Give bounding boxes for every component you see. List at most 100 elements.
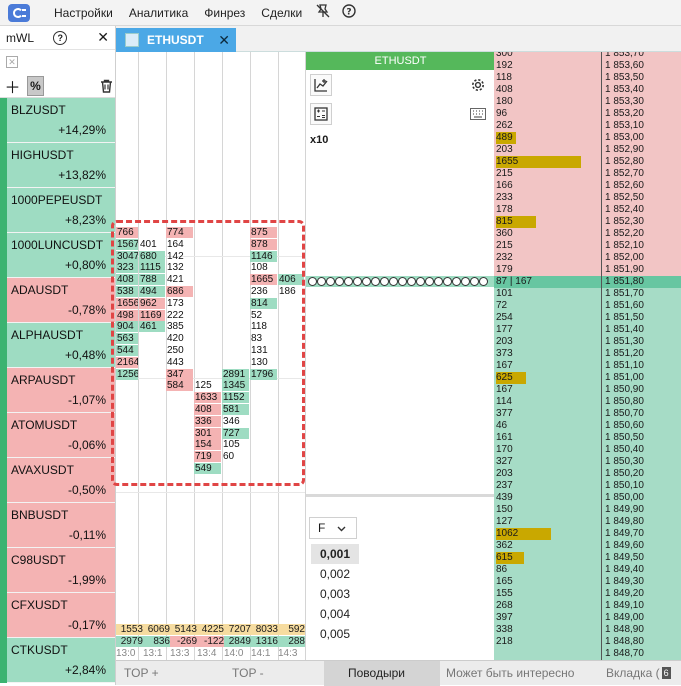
orderbook-row[interactable]: 161 1 850,50 <box>494 432 681 444</box>
app-logo-icon[interactable] <box>6 3 32 23</box>
watchlist-item[interactable]: BNBUSDT -0,11% <box>0 503 115 548</box>
orderbook-row[interactable]: 87 | 167 1 851,80 <box>494 276 681 288</box>
watchlist-item[interactable]: CTKUSDT +2,84% <box>0 638 115 683</box>
orderbook-row[interactable]: 338 1 848,90 <box>494 624 681 636</box>
orderbook-row[interactable]: 167 1 851,10 <box>494 360 681 372</box>
add-symbol-icon[interactable]: ＋ <box>4 76 21 97</box>
orderbook-row[interactable]: 1655 1 852,80 <box>494 156 681 168</box>
orderbook-row[interactable]: 254 1 851,50 <box>494 312 681 324</box>
trend-bar <box>0 503 7 548</box>
orderbook-row[interactable]: 203 1 850,20 <box>494 468 681 480</box>
help-icon[interactable]: ? <box>336 4 362 21</box>
orderbook-row[interactable]: 327 1 850,30 <box>494 456 681 468</box>
tab-extra[interactable]: Вкладка (6 <box>598 666 671 680</box>
orderbook-row[interactable]: 170 1 850,40 <box>494 444 681 456</box>
watchlist-item[interactable]: AVAXUSDT -0,50% <box>0 458 115 503</box>
watchlist-item[interactable]: BLZUSDT +14,29% <box>0 98 115 143</box>
watchlist-item[interactable]: CFXUSDT -0,17% <box>0 593 115 638</box>
orderbook-row[interactable]: 86 1 849,40 <box>494 564 681 576</box>
orderbook-row[interactable]: 215 1 852,70 <box>494 168 681 180</box>
percent-toggle-icon[interactable]: % <box>26 75 45 96</box>
filter-clear-checkbox[interactable]: ✕ <box>6 56 18 68</box>
orderbook-row[interactable]: 360 1 852,20 <box>494 228 681 240</box>
tab-ethusdt[interactable]: ETHUSDT ✕ <box>116 28 236 52</box>
orderbook-row[interactable]: 218 1 848,80 <box>494 636 681 648</box>
orderbook-row[interactable]: 1062 1 849,70 <box>494 528 681 540</box>
orderbook-row[interactable]: 1 848,70 <box>494 648 681 660</box>
chart-splitter[interactable] <box>306 494 494 497</box>
pin-off-icon[interactable] <box>310 4 336 21</box>
orderbook-row[interactable]: 167 1 850,90 <box>494 384 681 396</box>
orderbook-row[interactable]: 233 1 852,50 <box>494 192 681 204</box>
calculator-button[interactable] <box>310 103 332 125</box>
grid-vline <box>222 52 223 660</box>
tab-povodyri[interactable]: Поводыри <box>324 660 440 686</box>
orderbook-row[interactable]: 268 1 849,10 <box>494 600 681 612</box>
watchlist-item[interactable]: ADAUSDT -0,78% <box>0 278 115 323</box>
orderbook-row[interactable]: 72 1 851,60 <box>494 300 681 312</box>
orderbook-row[interactable]: 615 1 849,50 <box>494 552 681 564</box>
filter-option[interactable]: 0,001 <box>311 544 359 564</box>
orderbook-row[interactable]: 101 1 851,70 <box>494 288 681 300</box>
filter-select[interactable]: F <box>309 517 357 539</box>
watchlist-item[interactable]: ALPHAUSDT +0,48% <box>0 323 115 368</box>
filter-option[interactable]: 0,003 <box>311 584 359 604</box>
orderbook-row[interactable]: 362 1 849,60 <box>494 540 681 552</box>
orderbook-row[interactable]: 215 1 852,10 <box>494 240 681 252</box>
watchlist-item[interactable]: 1000PEPEUSDT +8,23% <box>0 188 115 233</box>
orderbook-row[interactable]: 114 1 850,80 <box>494 396 681 408</box>
orderbook-row[interactable]: 46 1 850,60 <box>494 420 681 432</box>
orderbook-row[interactable]: 150 1 849,90 <box>494 504 681 516</box>
tab-top-plus[interactable]: TOP + <box>116 666 224 680</box>
watchlist-item[interactable]: ATOMUSDT -0,06% <box>0 413 115 458</box>
orderbook-row[interactable]: 625 1 851,00 <box>494 372 681 384</box>
orderbook-row[interactable]: 155 1 849,20 <box>494 588 681 600</box>
orderbook-row[interactable]: 177 1 851,40 <box>494 324 681 336</box>
orderbook-row[interactable]: 237 1 850,10 <box>494 480 681 492</box>
chart-type-button[interactable] <box>310 74 332 96</box>
trash-icon[interactable] <box>98 76 115 96</box>
cluster-chart[interactable]: 766 1567 3047 323 408 538 1656 498 904 563 544 2164… <box>116 52 305 660</box>
tab-close-icon[interactable]: ✕ <box>218 32 236 49</box>
tab-top-minus[interactable]: TOP - <box>224 666 324 680</box>
orderbook-row[interactable]: 192 1 853,60 <box>494 60 681 72</box>
orderbook-row[interactable]: 232 1 852,00 <box>494 252 681 264</box>
menu-deals[interactable]: Сделки <box>253 6 310 20</box>
orderbook-row[interactable]: 96 1 853,20 <box>494 108 681 120</box>
orderbook-row[interactable]: 408 1 853,40 <box>494 84 681 96</box>
orderbook-row[interactable]: 165 1 849,30 <box>494 576 681 588</box>
orderbook-row[interactable]: 127 1 849,80 <box>494 516 681 528</box>
filter-option[interactable]: 0,002 <box>311 564 359 584</box>
orderbook-row[interactable]: 373 1 851,20 <box>494 348 681 360</box>
watchlist-close-icon[interactable]: ✕ <box>97 29 109 46</box>
filter-option[interactable]: 0,005 <box>311 624 359 644</box>
filter-option[interactable]: 0,004 <box>311 604 359 624</box>
watchlist-item[interactable]: C98USDT -1,99% <box>0 548 115 593</box>
orderbook-row[interactable]: 166 1 852,60 <box>494 180 681 192</box>
watchlist-item[interactable]: HIGHUSDT +13,82% <box>0 143 115 188</box>
price-chart[interactable]: ETHUSDT x10 F 0,001 0,002 0,003 0,004 0,005 <box>305 52 494 660</box>
menu-settings[interactable]: Настройки <box>46 6 121 20</box>
chart-settings-icon[interactable] <box>467 74 489 96</box>
watchlist-item[interactable]: ARPAUSDT -1,07% <box>0 368 115 413</box>
orderbook-row[interactable]: 489 1 853,00 <box>494 132 681 144</box>
watchlist-item[interactable]: 1000LUNCUSDT +0,80% <box>0 233 115 278</box>
orderbook-row[interactable]: 203 1 852,90 <box>494 144 681 156</box>
keyboard-icon[interactable] <box>467 103 489 125</box>
menu-analytics[interactable]: Аналитика <box>121 6 196 20</box>
orderbook-row[interactable]: 118 1 853,50 <box>494 72 681 84</box>
orderbook-row[interactable]: 203 1 851,30 <box>494 336 681 348</box>
orderbook-row[interactable]: 439 1 850,00 <box>494 492 681 504</box>
orderbook-row[interactable]: 377 1 850,70 <box>494 408 681 420</box>
orderbook-row[interactable]: 178 1 852,40 <box>494 204 681 216</box>
orderbook-row[interactable]: 262 1 853,10 <box>494 120 681 132</box>
menu-finres[interactable]: Финрез <box>196 6 253 20</box>
orderbook-row[interactable]: 180 1 853,30 <box>494 96 681 108</box>
order-book[interactable]: 300 1 853,70 192 1 853,60 118 1 853,50 408 1 85… <box>494 52 681 660</box>
orderbook-row[interactable]: 397 1 849,00 <box>494 612 681 624</box>
orderbook-row[interactable]: 179 1 851,90 <box>494 264 681 276</box>
watchlist-help-icon[interactable]: ? <box>53 30 68 45</box>
tab-interesting[interactable]: Может быть интересно <box>440 666 598 680</box>
orderbook-row[interactable]: 815 1 852,30 <box>494 216 681 228</box>
orderbook-row[interactable]: 300 1 853,70 <box>494 52 681 60</box>
